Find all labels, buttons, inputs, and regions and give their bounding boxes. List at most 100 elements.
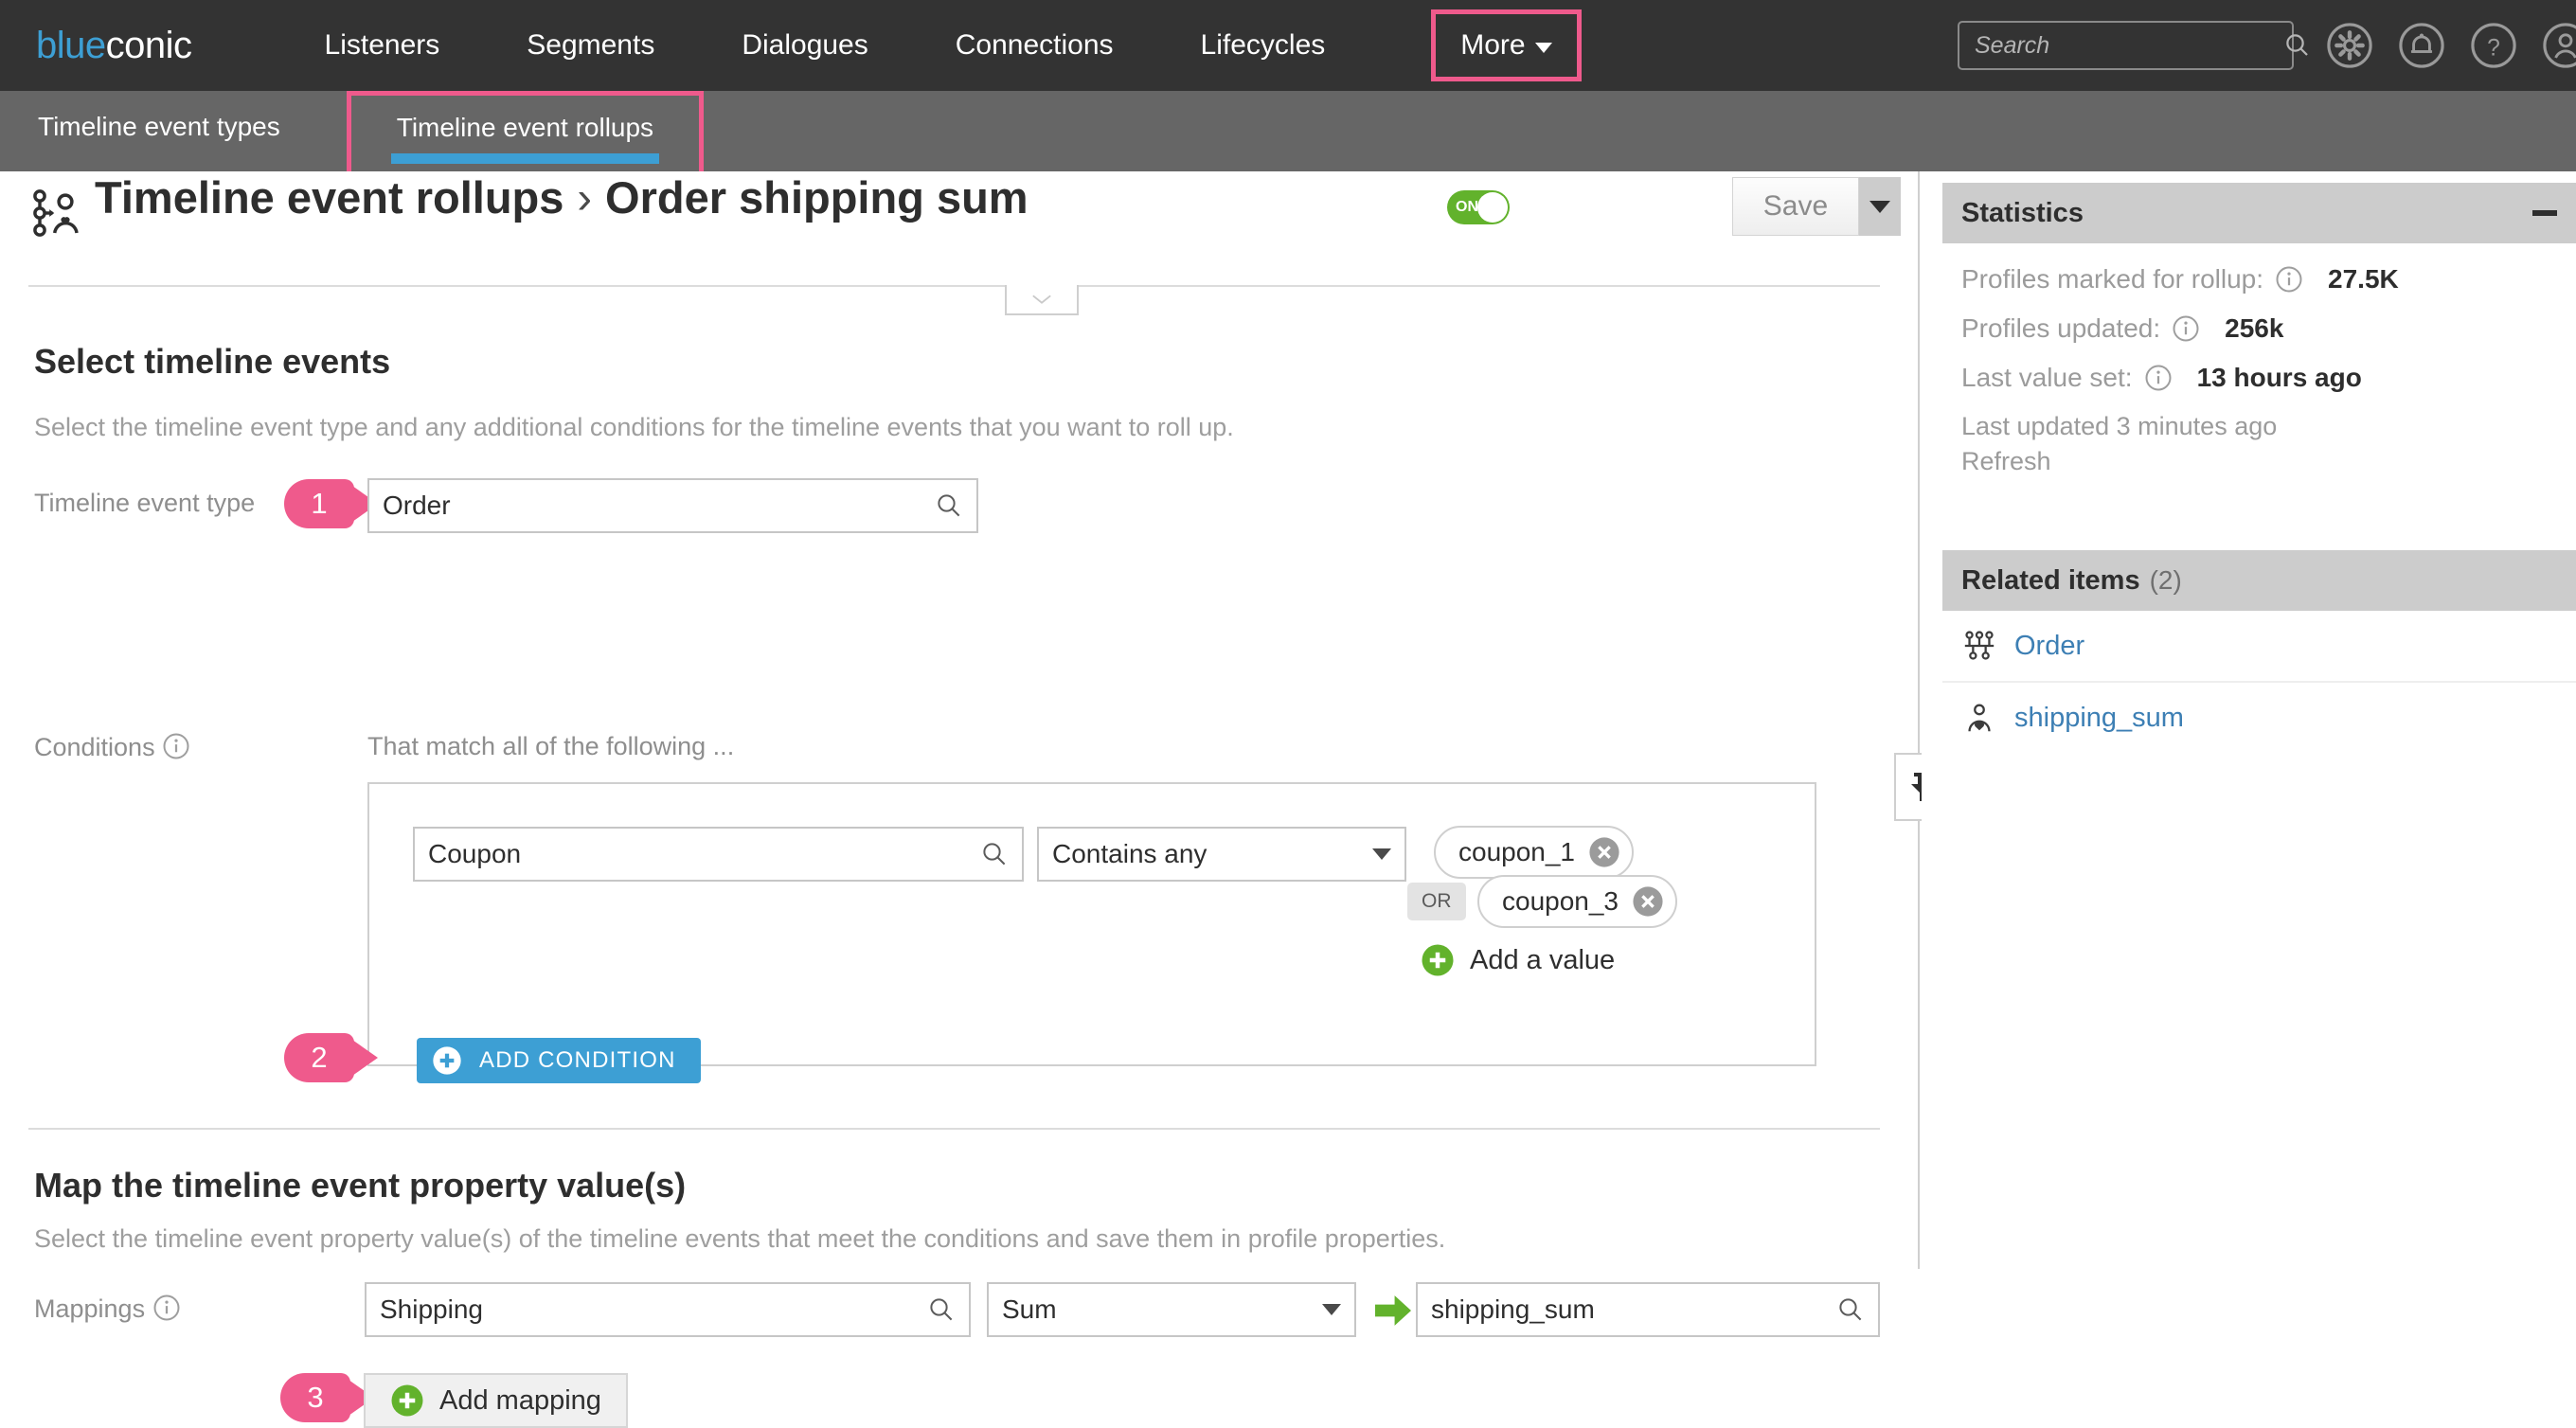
logo-text-conic: conic — [105, 24, 192, 66]
info-icon[interactable] — [2172, 314, 2200, 343]
close-icon[interactable] — [1632, 885, 1664, 918]
mapping-function-value: Sum — [1002, 1294, 1057, 1324]
plus-circle-icon — [1422, 944, 1454, 976]
nav-item-lifecycles[interactable]: Lifecycles — [1157, 29, 1369, 62]
search-icon[interactable] — [935, 491, 963, 520]
mapping-source-value: Shipping — [380, 1294, 483, 1324]
callout-badge-3: 3 — [280, 1373, 374, 1422]
add-mapping-button[interactable]: Add mapping — [364, 1373, 628, 1428]
conditions-intro: That match all of the following ... — [367, 732, 735, 760]
gear-icon[interactable] — [2325, 21, 2374, 70]
chevron-down-icon — [1032, 295, 1051, 304]
search-icon[interactable] — [1836, 1295, 1865, 1324]
timeline-event-rollup-icon — [33, 189, 79, 237]
nav-item-segments[interactable]: Segments — [483, 29, 698, 62]
statistics-title: Statistics — [1961, 197, 2084, 228]
stat-label: Profiles updated: — [1961, 313, 2161, 343]
mapping-source-input[interactable]: Shipping — [365, 1282, 971, 1337]
breadcrumb-parent[interactable]: Timeline event rollups — [95, 172, 564, 223]
related-item-link[interactable]: Order — [2014, 631, 2084, 662]
condition-property-value: Coupon — [428, 839, 522, 868]
stat-value: 27.5K — [2328, 264, 2399, 294]
save-button-group: Save — [1732, 177, 1901, 236]
timeline-event-type-label: Timeline event type — [34, 489, 256, 517]
condition-value-chip-label: coupon_1 — [1458, 837, 1576, 866]
breadcrumb-separator: › — [577, 172, 593, 223]
related-items-card: Related items (2) Order shipping_sum — [1942, 550, 2576, 753]
chevron-down-icon — [1322, 1304, 1341, 1315]
close-icon[interactable] — [1588, 836, 1620, 868]
callout-badge-1: 1 — [284, 479, 378, 528]
nav-item-connections[interactable]: Connections — [912, 29, 1157, 62]
add-mapping-label: Add mapping — [439, 1384, 601, 1416]
mapping-target-input[interactable]: shipping_sum — [1416, 1282, 1880, 1337]
user-icon[interactable] — [2541, 21, 2576, 70]
save-button[interactable]: Save — [1732, 177, 1859, 236]
enabled-toggle[interactable]: ON — [1447, 190, 1510, 224]
statistics-refresh-link[interactable]: Refresh — [1961, 447, 2557, 476]
save-dropdown-button[interactable] — [1859, 177, 1901, 236]
conditions-panel: Coupon Contains any coupon_1 OR coupon_3 — [367, 782, 1816, 1066]
sub-navigation-bar: Timeline event types Timeline event roll… — [0, 91, 2576, 178]
condition-value-chip-label: coupon_3 — [1502, 886, 1619, 916]
add-a-value-button[interactable]: Add a value — [1421, 943, 1615, 977]
plus-circle-icon — [391, 1384, 423, 1417]
condition-value-chip[interactable]: coupon_1 — [1434, 826, 1635, 879]
mapping-function-select[interactable]: Sum — [987, 1282, 1356, 1337]
nav-item-more[interactable]: More — [1431, 9, 1582, 81]
tab-timeline-event-rollups[interactable]: Timeline event rollups — [346, 91, 705, 178]
stat-row: Last value set: 13 hours ago — [1961, 363, 2557, 393]
map-values-description: Select the timeline event property value… — [34, 1224, 1446, 1253]
active-tab-underline — [390, 153, 660, 164]
condition-value-chip[interactable]: coupon_3 — [1477, 875, 1678, 928]
collapse-statistics-button[interactable] — [2532, 210, 2557, 216]
collapse-section-button[interactable] — [1005, 285, 1079, 315]
statistics-card-body: Profiles marked for rollup: 27.5K Profil… — [1942, 243, 2576, 495]
chevron-down-icon — [1869, 200, 1890, 213]
profile-property-icon — [1968, 704, 1991, 732]
global-search[interactable] — [1958, 21, 2308, 70]
list-item[interactable]: shipping_sum — [1942, 683, 2576, 753]
nav-item-dialogues[interactable]: Dialogues — [698, 29, 911, 62]
condition-property-input[interactable]: Coupon — [413, 827, 1024, 882]
header-divider — [28, 285, 1880, 287]
search-input[interactable] — [1975, 31, 2283, 60]
info-icon[interactable] — [152, 1294, 181, 1322]
list-item[interactable]: Order — [1942, 611, 2576, 683]
timeline-event-type-input[interactable]: Order — [367, 478, 978, 533]
primary-nav-items: Listeners Segments Dialogues Connections… — [281, 29, 1369, 62]
statistics-card: Statistics Profiles marked for rollup: 2… — [1942, 183, 2576, 495]
search-icon[interactable] — [927, 1295, 956, 1324]
related-items-card-header: Related items (2) — [1942, 550, 2576, 611]
info-icon[interactable] — [2275, 265, 2303, 294]
nav-item-listeners[interactable]: Listeners — [281, 29, 484, 62]
page-header: Timeline event rollups › Order shipping su… — [0, 171, 1918, 283]
info-icon[interactable] — [162, 732, 190, 760]
svg-text:?: ? — [2487, 35, 2500, 61]
chevron-down-icon — [1372, 848, 1391, 860]
related-items-count: (2) — [2149, 565, 2182, 595]
info-icon[interactable] — [2144, 364, 2173, 392]
conditions-label: Conditions — [34, 732, 190, 762]
search-icon[interactable] — [980, 840, 1009, 868]
bell-icon[interactable] — [2397, 21, 2446, 70]
statistics-last-updated: Last updated 3 minutes ago — [1961, 412, 2278, 440]
condition-operator-select[interactable]: Contains any — [1037, 827, 1406, 882]
timeline-event-type-value: Order — [383, 491, 451, 520]
tab-timeline-event-types[interactable]: Timeline event types — [0, 91, 318, 163]
help-icon[interactable]: ? — [2469, 21, 2518, 70]
condition-operator-value: Contains any — [1052, 839, 1208, 868]
add-condition-label: ADD CONDITION — [479, 1047, 676, 1073]
stat-value: 256k — [2225, 313, 2284, 343]
blueconic-logo[interactable]: blueconic — [36, 25, 192, 67]
chevron-down-icon — [1534, 42, 1552, 53]
mappings-label: Mappings — [34, 1294, 181, 1324]
stat-row: Profiles updated: 256k — [1961, 313, 2557, 344]
add-condition-button[interactable]: ADD CONDITION — [417, 1038, 701, 1083]
search-icon — [2286, 34, 2308, 56]
arrow-right-icon — [1375, 1295, 1411, 1326]
select-events-title: Select timeline events — [34, 342, 391, 381]
conditions-label-text: Conditions — [34, 733, 155, 761]
related-item-link[interactable]: shipping_sum — [2014, 703, 2184, 734]
select-events-description: Select the timeline event type and any a… — [34, 413, 1234, 441]
